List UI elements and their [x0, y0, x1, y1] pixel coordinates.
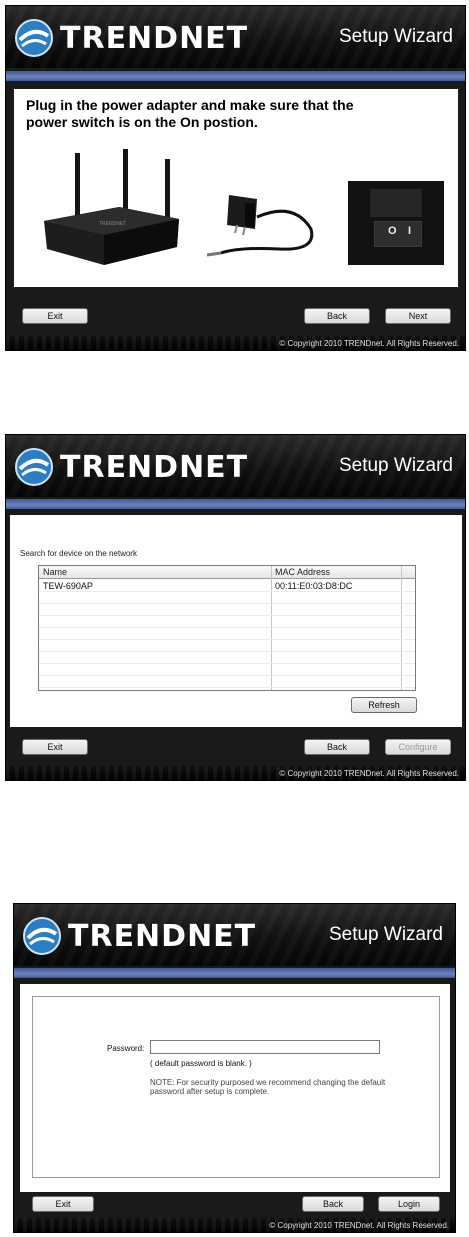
device-mac-cell: 00:11:E0:03:D8:DC	[275, 581, 353, 591]
column-header-mac[interactable]: MAC Address	[275, 567, 330, 577]
logo-text: TRENDNET	[60, 20, 249, 56]
switch-off-label: O	[388, 225, 397, 237]
header-band	[6, 71, 465, 81]
device-name-cell: TEW-690AP	[43, 581, 93, 591]
refresh-button[interactable]: Refresh	[351, 697, 417, 713]
header-band	[14, 968, 455, 978]
router-image: TRENDNET	[44, 149, 179, 265]
table-row	[39, 652, 415, 664]
trendnet-logo-icon	[15, 448, 53, 486]
copyright-text: © Copyright 2010 TRENDnet. All Rights Re…	[279, 769, 459, 778]
table-row	[39, 592, 415, 604]
back-button[interactable]: Back	[302, 1196, 364, 1212]
svg-text:TRENDNET: TRENDNET	[99, 221, 126, 227]
logo-text: TRENDNET	[60, 449, 249, 485]
trendnet-logo: TRENDNET	[14, 16, 248, 60]
power-switch-image: O I	[348, 181, 444, 265]
content-area: Search for device on the network Name MA…	[10, 515, 462, 727]
copyright-text: © Copyright 2010 TRENDnet. All Rights Re…	[279, 339, 459, 348]
exit-button[interactable]: Exit	[32, 1196, 94, 1212]
power-adapter-image	[206, 195, 314, 257]
trendnet-logo: TRENDNET	[22, 914, 256, 958]
exit-button[interactable]: Exit	[22, 739, 88, 755]
table-row	[39, 628, 415, 640]
content-area: Password: ( default password is blank. )…	[20, 984, 450, 1192]
security-note: NOTE: For security purposed we recommend…	[150, 1078, 386, 1096]
password-hint: ( default password is blank. )	[150, 1059, 252, 1068]
switch-on-label: I	[408, 225, 412, 237]
password-label: Password:	[107, 1044, 145, 1053]
login-button[interactable]: Login	[378, 1196, 440, 1212]
back-button[interactable]: Back	[304, 739, 370, 755]
table-row[interactable]: TEW-690AP 00:11:E0:03:D8:DC	[39, 580, 415, 592]
table-row	[39, 604, 415, 616]
setup-wizard-window-login: TRENDNET Setup Wizard Password: ( defaul…	[13, 903, 456, 1233]
setup-wizard-window-power: TRENDNET Setup Wizard Plug in the power …	[5, 5, 466, 351]
header-band	[6, 499, 465, 509]
configure-button[interactable]: Configure	[385, 739, 451, 755]
password-field[interactable]	[150, 1040, 380, 1054]
logo-text: TRENDNET	[68, 918, 257, 954]
table-row	[39, 664, 415, 676]
trendnet-logo-icon	[23, 917, 61, 955]
trendnet-logo-icon	[15, 19, 53, 57]
wizard-title: Setup Wizard	[338, 455, 453, 476]
device-list[interactable]: Name MAC Address TEW-690AP 00:11:E0:03:D…	[38, 565, 416, 691]
trendnet-logo: TRENDNET	[14, 445, 248, 489]
content-area: Plug in the power adapter and make sure …	[14, 89, 458, 287]
setup-wizard-window-search: TRENDNET Setup Wizard Search for device …	[5, 434, 466, 781]
back-button[interactable]: Back	[304, 308, 370, 324]
search-label: Search for device on the network	[20, 549, 137, 558]
exit-button[interactable]: Exit	[22, 308, 88, 324]
next-button[interactable]: Next	[385, 308, 451, 324]
table-row	[39, 640, 415, 652]
list-header: Name MAC Address	[39, 566, 415, 579]
wizard-title: Setup Wizard	[328, 924, 443, 945]
table-row	[39, 616, 415, 628]
table-row	[39, 676, 415, 688]
copyright-text: © Copyright 2010 TRENDnet. All Rights Re…	[269, 1221, 449, 1230]
column-header-name[interactable]: Name	[43, 567, 67, 577]
instruction-text: Plug in the power adapter and make sure …	[26, 97, 354, 130]
wizard-title: Setup Wizard	[338, 26, 453, 47]
